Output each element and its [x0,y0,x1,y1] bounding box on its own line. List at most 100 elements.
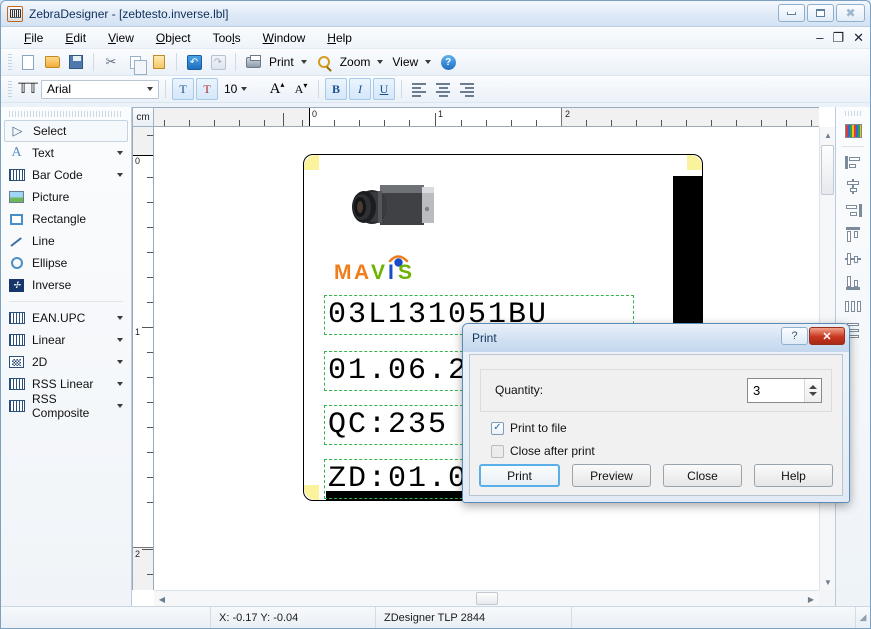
align-middle-icon[interactable] [841,248,865,269]
minimize-button[interactable] [778,4,805,22]
clipboard-icon[interactable] [148,51,170,73]
quantity-spinner-arrows[interactable] [804,379,821,402]
quantity-decrease-icon[interactable] [809,392,817,396]
redo-icon[interactable]: ↷ [207,51,229,73]
tool-rectangle[interactable]: Rectangle [1,208,131,230]
tool-2d-caret-icon[interactable] [117,360,123,364]
menu-tools[interactable]: Tools [202,29,252,47]
toolbox-grip[interactable] [9,111,123,117]
help-question-icon[interactable]: ? [437,51,459,73]
tool-rss-composite-caret-icon[interactable] [117,404,123,408]
align-left-icon[interactable] [408,78,430,100]
maximize-button[interactable] [807,4,834,22]
undo-icon[interactable]: ↶ [183,51,205,73]
mdi-restore-button[interactable]: ❐ [832,30,844,46]
quantity-increase-icon[interactable] [809,385,817,389]
menu-object[interactable]: Object [145,29,202,47]
tool-ean-upc[interactable]: EAN.UPC [1,307,131,329]
align-objects-top-icon[interactable] [841,224,865,245]
align-right-icon[interactable] [456,78,478,100]
menu-view[interactable]: View [97,29,145,47]
scissors-icon[interactable]: ✂ [100,51,122,73]
align-center-icon[interactable] [432,78,454,100]
tool-rss-linear-caret-icon[interactable] [117,382,123,386]
print-toolbar-label[interactable]: Print [266,55,297,69]
align-objects-left-icon[interactable] [841,152,865,173]
print-dropdown-caret-icon[interactable] [300,60,307,64]
zoom-dropdown-caret-icon[interactable] [377,60,384,64]
print-dialog-close-button[interactable]: ✕ [809,327,845,345]
close-after-print-row[interactable]: Close after print [491,444,595,458]
tool-barcode[interactable]: Bar Code [1,164,131,186]
view-toolbar-label[interactable]: View [389,55,421,69]
tool-inverse[interactable]: ✢ Inverse [1,274,131,296]
horizontal-scroll-thumb[interactable] [476,592,498,605]
scroll-down-button[interactable]: ▼ [820,574,836,590]
zoom-icon[interactable] [313,51,335,73]
menu-edit[interactable]: Edit [54,29,97,47]
text-mask-icon[interactable]: T [196,78,218,100]
view-dropdown-caret-icon[interactable] [425,60,432,64]
menu-window[interactable]: Window [252,29,317,47]
grow-font-icon[interactable]: A▴ [266,78,288,100]
font-family-caret-icon[interactable] [143,81,158,98]
menu-file[interactable]: File [13,29,54,47]
quantity-input[interactable]: 3 [748,383,804,398]
tool-linear-caret-icon[interactable] [117,338,123,342]
tool-ellipse[interactable]: Ellipse [1,252,131,274]
open-folder-icon[interactable] [41,51,63,73]
align-objects-right-icon[interactable] [841,200,865,221]
scroll-up-button[interactable]: ▲ [820,127,836,143]
scroll-right-button[interactable]: ▶ [803,591,819,607]
tool-picture[interactable]: Picture [1,186,131,208]
print-to-file-row[interactable]: ✓ Print to file [491,421,567,435]
save-disk-icon[interactable] [65,51,87,73]
align-objects-bottom-icon[interactable] [841,272,865,293]
preview-button[interactable]: Preview [572,464,651,487]
ruler-unit-box[interactable]: cm [132,107,154,127]
close-dialog-button[interactable]: Close [663,464,742,487]
text-object-icon[interactable]: T [172,78,194,100]
bold-button[interactable]: B [325,78,347,100]
print-dialog[interactable]: Print ? ✕ Quantity: 3 ✓ Print to file Cl… [462,323,850,503]
tool-line[interactable]: Line [1,230,131,252]
format-toolbar-grip[interactable] [8,80,12,98]
print-to-file-checkbox[interactable]: ✓ [491,421,504,435]
zoom-toolbar-label[interactable]: Zoom [337,55,374,69]
mdi-close-button[interactable]: ✕ [853,30,864,46]
font-size-caret-icon[interactable] [237,81,252,98]
tool-text[interactable]: A Text [1,142,131,164]
tool-barcode-caret-icon[interactable] [117,173,123,177]
shrink-font-icon[interactable]: A▾ [290,78,312,100]
vertical-scroll-thumb[interactable] [821,145,834,195]
print-button[interactable]: Print [479,464,560,487]
italic-button[interactable]: I [349,78,371,100]
font-family-combo[interactable]: Arial [41,79,159,99]
help-button[interactable]: Help [754,464,833,487]
align-toolbar-grip[interactable] [845,111,861,116]
horizontal-scrollbar[interactable]: ◀ ▶ [154,590,819,606]
font-size-combo[interactable]: 10 [220,80,264,99]
close-button[interactable]: ✖ [836,4,865,22]
tool-text-caret-icon[interactable] [117,151,123,155]
tool-linear[interactable]: Linear [1,329,131,351]
mdi-minimize-button[interactable]: – [816,30,823,45]
tool-select[interactable]: ▷ Select [4,120,128,142]
mavis-logo-wordmark[interactable]: M A V I S [332,253,452,281]
menu-help[interactable]: Help [316,29,363,47]
quantity-stepper[interactable]: 3 [747,378,822,403]
close-after-print-checkbox[interactable] [491,444,504,458]
resize-grip-icon[interactable]: ◢ [856,607,870,628]
tool-2d[interactable]: 2D [1,351,131,373]
color-palette-icon[interactable] [841,120,865,141]
toolbar-grip[interactable] [8,53,12,71]
print-icon[interactable] [242,51,264,73]
underline-button[interactable]: U [373,78,395,100]
tool-ean-upc-caret-icon[interactable] [117,316,123,320]
copy-icon[interactable] [124,51,147,75]
camera-photo-image[interactable] [334,179,452,254]
print-dialog-help-button[interactable]: ? [781,327,808,345]
tool-rss-composite[interactable]: RSS Composite [1,392,131,420]
align-center-vertical-icon[interactable] [841,176,865,197]
space-horizontally-icon[interactable] [841,296,865,317]
